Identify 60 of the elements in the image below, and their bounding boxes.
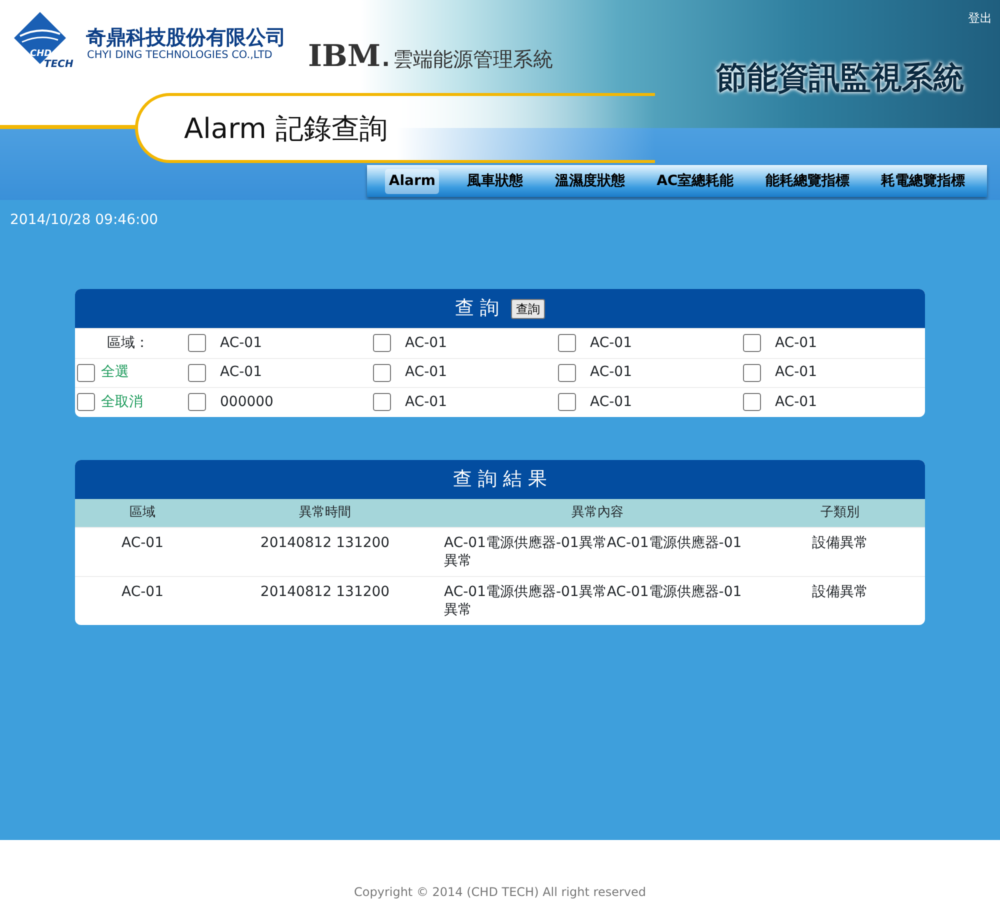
nav-link[interactable]: 能耗總覽指標 bbox=[761, 168, 854, 194]
company-name-english: CHYI DING TECHNOLOGIES CO.,LTD bbox=[87, 48, 272, 63]
area-label: 區域： bbox=[107, 334, 149, 351]
copyright-text: Copyright © 2014 (CHD TECH) All right reserved bbox=[0, 840, 1000, 910]
area-option: AC-01 bbox=[405, 332, 447, 354]
select-option[interactable]: 全選 bbox=[101, 362, 129, 384]
area-option: AC-01 bbox=[775, 392, 817, 413]
table-cell: AC-01電源供應器-01異常AC-01電源供應器-01異常 bbox=[440, 528, 755, 576]
column-header: 子類別 bbox=[755, 498, 925, 528]
panel-title: 查 詢 結 果 bbox=[452, 466, 548, 492]
area-option: AC-01 bbox=[590, 362, 632, 384]
panel-title: 查 詢 bbox=[454, 296, 500, 322]
table-cell: 設備異常 bbox=[755, 576, 925, 625]
query-button[interactable]: 查詢 bbox=[511, 298, 546, 318]
select-option[interactable]: 全取消 bbox=[101, 392, 143, 413]
checkbox[interactable] bbox=[558, 334, 576, 352]
checkbox[interactable] bbox=[743, 393, 761, 412]
table-cell: 設備異常 bbox=[755, 528, 925, 576]
checkbox[interactable] bbox=[743, 364, 761, 382]
area-option: AC-01 bbox=[775, 332, 817, 354]
checkbox[interactable] bbox=[373, 334, 391, 352]
system-title: 節能資訊監視系統 bbox=[716, 59, 964, 98]
checkbox[interactable] bbox=[743, 334, 761, 352]
nav-link[interactable]: 溫濕度狀態 bbox=[550, 168, 629, 194]
column-header: 區域 bbox=[75, 498, 210, 528]
area-option: AC-01 bbox=[220, 332, 262, 354]
logout-link[interactable]: 登出 bbox=[968, 9, 992, 27]
column-header: 異常內容 bbox=[440, 498, 755, 528]
checkbox[interactable] bbox=[77, 364, 95, 382]
area-option: 000000 bbox=[220, 392, 274, 413]
area-option: AC-01 bbox=[220, 362, 262, 384]
area-option: AC-01 bbox=[590, 392, 632, 413]
ibm-logo: IBM bbox=[308, 42, 381, 72]
company-name: 奇鼎科技股份有限公司 bbox=[86, 24, 286, 50]
area-option: AC-01 bbox=[405, 392, 447, 413]
checkbox[interactable] bbox=[373, 393, 391, 412]
system-name: 雲端能源管理系統 bbox=[392, 49, 553, 69]
ibm-dot: . bbox=[382, 49, 390, 71]
table-cell: AC-01電源供應器-01異常AC-01電源供應器-01異常 bbox=[440, 576, 755, 625]
table-cell: 20140812 131200 bbox=[210, 576, 440, 625]
column-header: 異常時間 bbox=[210, 498, 440, 528]
datetime: 2014/10/28 09:46:00 bbox=[9, 211, 160, 230]
checkbox[interactable] bbox=[373, 364, 391, 382]
area-option: AC-01 bbox=[405, 362, 447, 384]
area-option: AC-01 bbox=[590, 332, 632, 354]
checkbox[interactable] bbox=[558, 364, 576, 382]
area-option: AC-01 bbox=[775, 362, 817, 384]
nav-link[interactable]: AC室總耗能 bbox=[652, 168, 738, 194]
checkbox[interactable] bbox=[77, 393, 95, 412]
nav-link[interactable]: Alarm bbox=[384, 168, 440, 194]
table-cell: AC-01 bbox=[75, 528, 210, 576]
checkbox[interactable] bbox=[558, 393, 576, 412]
nav-link[interactable]: 風車狀態 bbox=[463, 168, 528, 194]
checkbox[interactable] bbox=[188, 393, 206, 412]
page-title: Alarm 記錄查詢 bbox=[184, 111, 388, 147]
table-cell: 20140812 131200 bbox=[210, 528, 440, 576]
checkbox[interactable] bbox=[188, 334, 206, 352]
table-cell: AC-01 bbox=[75, 576, 210, 625]
checkbox[interactable] bbox=[188, 364, 206, 382]
nav-link[interactable]: 耗電總覽指標 bbox=[877, 168, 970, 194]
